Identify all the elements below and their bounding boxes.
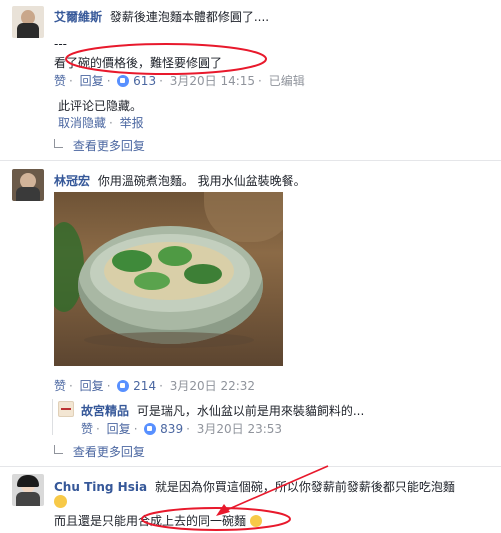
reply-actions: 赞 · 回复 · 839 · 3月20日 23:53	[81, 422, 283, 436]
view-more-replies[interactable]: 查看更多回复	[73, 445, 145, 459]
comment-author[interactable]: 林冠宏	[54, 174, 90, 188]
annotation-ellipse	[65, 43, 267, 75]
like-count[interactable]: 839	[160, 422, 183, 436]
like-icon	[144, 423, 157, 435]
reply-button[interactable]: 回复	[80, 74, 104, 88]
like-icon	[117, 380, 130, 392]
reply-thread-line	[52, 399, 53, 435]
reply-arrow-icon	[54, 139, 63, 148]
comment-author[interactable]: Chu Ting Hsia	[54, 480, 147, 494]
like-button[interactable]: 赞	[54, 379, 66, 393]
view-more-replies[interactable]: 查看更多回复	[73, 139, 145, 153]
like-button[interactable]: 赞	[81, 422, 93, 436]
report-link[interactable]: 举报	[120, 116, 144, 130]
like-button[interactable]: 赞	[54, 74, 66, 88]
annotation-arrow	[216, 465, 329, 516]
avatar[interactable]	[12, 6, 44, 38]
avatar[interactable]	[58, 401, 74, 417]
reply-button[interactable]: 回复	[107, 422, 131, 436]
timestamp[interactable]: 3月20日 23:53	[197, 422, 282, 436]
timestamp[interactable]: 3月20日 14:15	[170, 74, 255, 88]
comment-photo[interactable]	[54, 192, 283, 366]
undo-hide-link[interactable]: 取消隐藏	[58, 116, 106, 130]
divider	[0, 160, 501, 161]
avatar[interactable]	[12, 169, 44, 201]
edited-label[interactable]: 已编辑	[269, 74, 305, 88]
like-count[interactable]: 613	[133, 74, 156, 88]
reply-arrow-icon	[54, 445, 63, 454]
hidden-notice: 此评论已隐藏。	[58, 99, 143, 113]
reply-author[interactable]: 故宮精品	[81, 404, 129, 418]
comment-text: 你用溫碗煮泡麵。 我用水仙盆裝晚餐。	[97, 174, 306, 188]
like-icon	[117, 75, 130, 87]
comment-author[interactable]: 艾爾維斯	[54, 10, 102, 24]
comment-text: 發薪後連泡麵本體都修圓了....	[109, 10, 270, 24]
reply-text: 可是瑞凡，水仙盆以前是用來裝貓飼料的...	[136, 404, 365, 418]
like-count[interactable]: 214	[133, 379, 156, 393]
comment-actions: 赞 · 回复 · 214 · 3月20日 22:32	[54, 379, 256, 393]
emoji-icon	[54, 495, 67, 508]
reply-button[interactable]: 回复	[80, 379, 104, 393]
avatar[interactable]	[12, 474, 44, 506]
timestamp[interactable]: 3月20日 22:32	[170, 379, 255, 393]
